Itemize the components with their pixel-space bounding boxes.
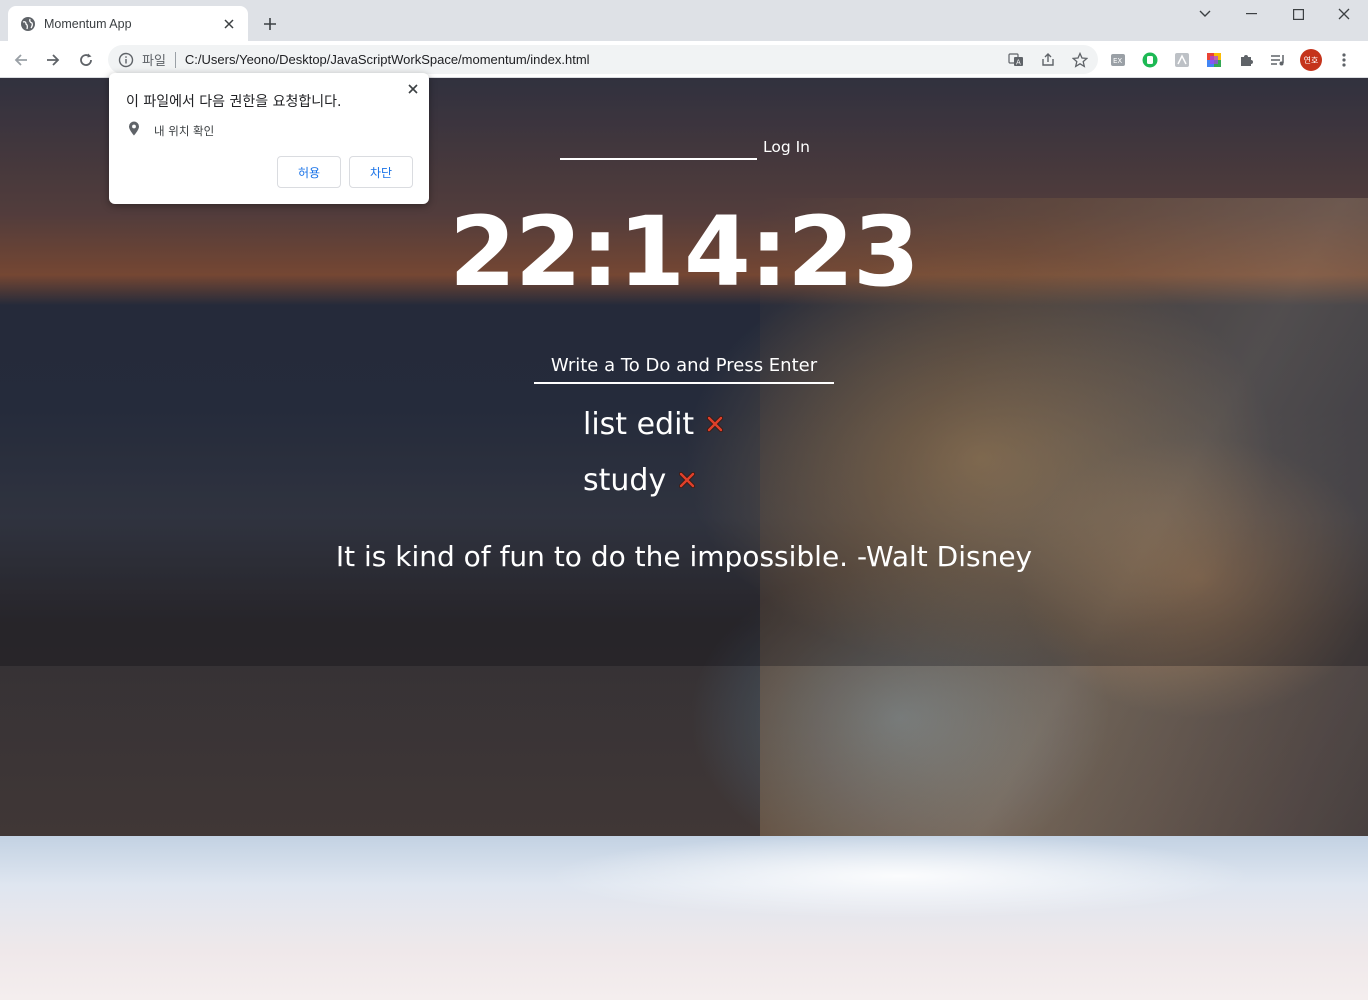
todo-item: list edit bbox=[583, 396, 724, 452]
permission-row: 내 위치 확인 bbox=[128, 121, 214, 140]
share-icon[interactable] bbox=[1038, 50, 1058, 70]
tab-search-chevron-icon[interactable] bbox=[1182, 0, 1228, 28]
extension-grey-icon[interactable]: EX bbox=[1108, 50, 1128, 70]
back-arrow-icon[interactable] bbox=[8, 47, 34, 73]
minimize-icon[interactable] bbox=[1228, 0, 1274, 28]
todo-item-text: list edit bbox=[583, 406, 695, 442]
address-url[interactable]: C:/Users/Yeono/Desktop/JavaScriptWorkSpa… bbox=[185, 52, 590, 67]
tab-strip: Momentum App bbox=[0, 0, 1368, 41]
delete-x-icon[interactable] bbox=[678, 471, 696, 489]
todo-list: list edit study bbox=[583, 396, 724, 508]
extension-green-icon[interactable] bbox=[1140, 50, 1160, 70]
permission-label: 내 위치 확인 bbox=[154, 123, 215, 138]
svg-text:EX: EX bbox=[1113, 57, 1122, 65]
extension-pdf-icon[interactable] bbox=[1172, 50, 1192, 70]
close-window-icon[interactable] bbox=[1321, 0, 1367, 28]
todo-form bbox=[534, 348, 834, 384]
location-pin-icon bbox=[128, 121, 140, 140]
clock: 22:14:23 bbox=[449, 196, 920, 308]
more-menu-icon[interactable] bbox=[1334, 50, 1354, 70]
site-info-icon[interactable] bbox=[118, 52, 134, 68]
forward-arrow-icon[interactable] bbox=[40, 47, 66, 73]
maximize-icon[interactable] bbox=[1275, 0, 1321, 28]
login-form: Log In bbox=[560, 134, 810, 160]
translate-icon[interactable]: A bbox=[1006, 50, 1026, 70]
new-tab-plus-icon[interactable] bbox=[258, 12, 282, 36]
todo-item: study bbox=[583, 452, 724, 508]
permission-popup-title: 이 파일에서 다음 권한을 요청합니다. bbox=[126, 94, 342, 110]
background-band bbox=[0, 666, 1368, 836]
extension-colorful-icon[interactable] bbox=[1204, 50, 1224, 70]
address-bar[interactable]: 파일 C:/Users/Yeono/Desktop/JavaScriptWork… bbox=[108, 45, 1098, 74]
login-button[interactable]: Log In bbox=[763, 138, 810, 160]
username-input[interactable] bbox=[560, 134, 757, 160]
tab-title: Momentum App bbox=[44, 16, 132, 31]
media-playlist-icon[interactable] bbox=[1268, 50, 1288, 70]
globe-icon bbox=[20, 16, 36, 32]
block-button[interactable]: 차단 bbox=[349, 156, 413, 188]
profile-avatar[interactable]: 연호 bbox=[1300, 49, 1322, 71]
extensions-puzzle-icon[interactable] bbox=[1236, 50, 1256, 70]
bookmark-star-icon[interactable] bbox=[1070, 50, 1090, 70]
todo-input[interactable] bbox=[534, 348, 834, 384]
reload-icon[interactable] bbox=[73, 47, 99, 73]
svg-text:A: A bbox=[1016, 59, 1021, 67]
permission-popup: 이 파일에서 다음 권한을 요청합니다. 내 위치 확인 허용 차단 bbox=[109, 73, 429, 204]
delete-x-icon[interactable] bbox=[706, 415, 724, 433]
popup-close-icon[interactable] bbox=[405, 81, 421, 97]
tab-close-icon[interactable] bbox=[220, 15, 238, 33]
page-viewport: Log In 22:14:23 list edit study It is ki… bbox=[0, 78, 1368, 1000]
tab-momentum[interactable]: Momentum App bbox=[8, 6, 248, 41]
quote: It is kind of fun to do the impossible. … bbox=[335, 540, 1033, 573]
allow-button[interactable]: 허용 bbox=[277, 156, 341, 188]
address-scheme: 파일 bbox=[142, 54, 166, 69]
background-beach bbox=[0, 836, 1368, 1000]
todo-item-text: study bbox=[583, 462, 667, 498]
address-divider bbox=[174, 51, 176, 68]
